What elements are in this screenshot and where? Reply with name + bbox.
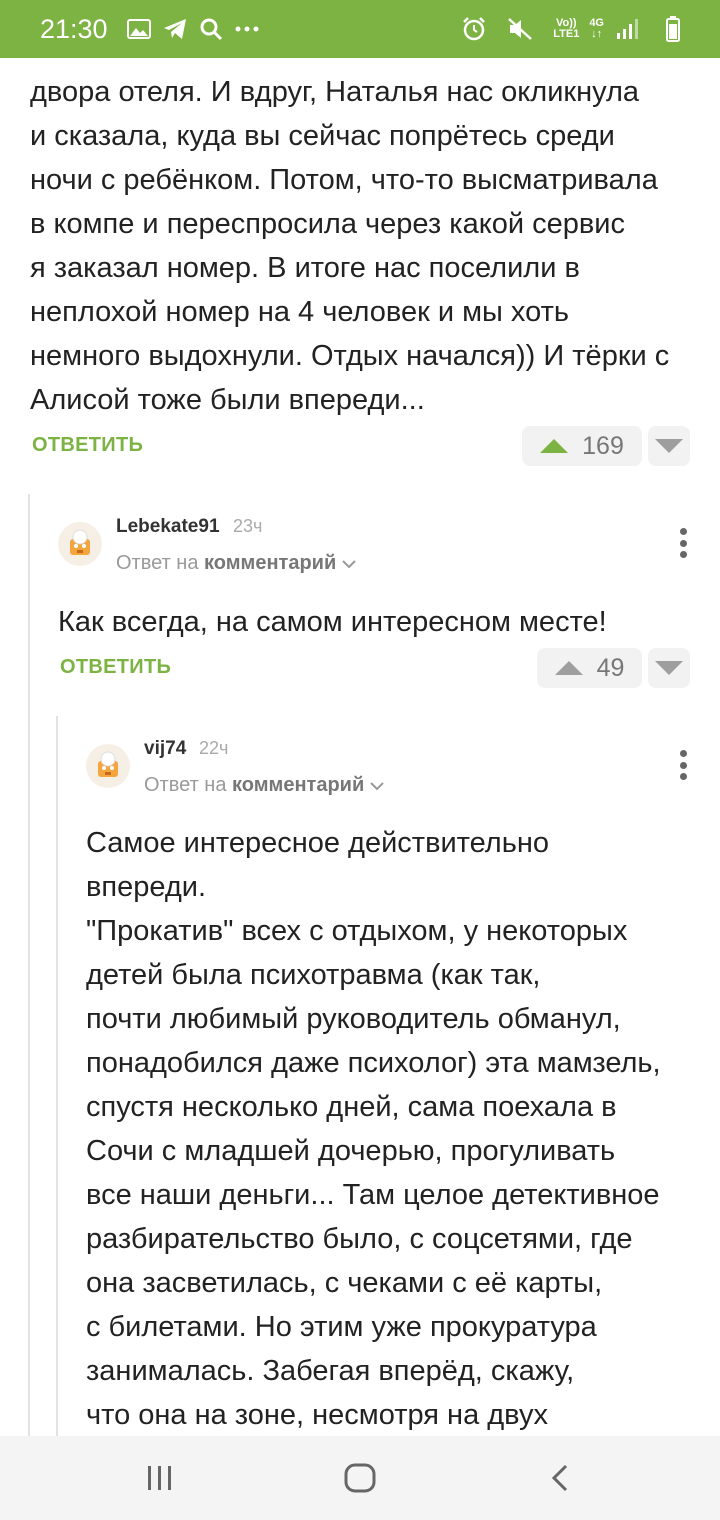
vote-count: 49	[596, 653, 625, 682]
downvote-icon	[655, 439, 683, 453]
reply-target: комментарий	[204, 552, 337, 574]
system-nav-bar	[0, 1436, 720, 1520]
more-options-icon[interactable]	[678, 528, 688, 558]
comment-time: 23ч	[233, 516, 263, 536]
status-bar: 21:30 Vo)) LTE1 4G ↓↑	[0, 0, 720, 58]
upvote-button[interactable]: 169	[522, 426, 642, 466]
thread-line	[28, 494, 30, 1436]
volte-indicator: Vo)) LTE1	[553, 18, 579, 40]
username[interactable]: Lebekate91	[116, 516, 220, 538]
net-type-label: 4G	[589, 17, 604, 29]
downvote-icon	[655, 661, 683, 675]
vote-count: 169	[582, 431, 624, 460]
reply-to-link[interactable]: Ответ на комментарий	[116, 552, 356, 575]
battery-icon	[660, 16, 686, 42]
reply-button[interactable]: ОТВЕТИТЬ	[60, 656, 171, 679]
reply-button[interactable]: ОТВЕТИТЬ	[32, 434, 143, 457]
upvote-icon	[554, 661, 583, 675]
avatar[interactable]	[58, 522, 102, 566]
recent-apps-icon	[148, 1466, 171, 1490]
network-type: 4G ↓↑	[589, 17, 604, 40]
downvote-button[interactable]	[648, 648, 690, 688]
comment-text: Как всегда, на самом интересном месте!	[58, 606, 607, 638]
lte-label: LTE1	[553, 28, 580, 40]
mute-icon	[507, 16, 533, 42]
upvote-button[interactable]: 49	[537, 648, 642, 688]
chevron-down-icon	[370, 782, 384, 791]
reply-prefix: Ответ на	[144, 774, 227, 796]
signal-icon	[614, 16, 640, 42]
thread-line	[56, 716, 58, 1436]
back-icon	[551, 1464, 568, 1492]
avatar[interactable]	[86, 744, 130, 788]
more-options-icon[interactable]	[678, 750, 688, 780]
chevron-down-icon	[342, 560, 356, 569]
comment-time: 22ч	[199, 738, 229, 758]
telegram-icon	[162, 16, 188, 42]
reply-prefix: Ответ на	[116, 552, 199, 574]
recent-apps-button[interactable]	[130, 1448, 190, 1508]
home-button[interactable]	[330, 1448, 390, 1508]
back-button[interactable]	[530, 1448, 590, 1508]
reply-target: комментарий	[232, 774, 365, 796]
comments-feed[interactable]: двора отеля. И вдруг, Наталья нас окликн…	[0, 58, 720, 1436]
upvote-icon	[540, 439, 569, 453]
username[interactable]: vij74	[144, 738, 186, 760]
search-icon	[198, 16, 224, 42]
gallery-icon	[126, 16, 152, 42]
comment-text: Самое интересное действительно впереди. …	[86, 827, 661, 1431]
status-time: 21:30	[40, 13, 108, 44]
comment-text: двора отеля. И вдруг, Наталья нас окликн…	[30, 76, 670, 416]
downvote-button[interactable]	[648, 426, 690, 466]
alarm-icon	[461, 16, 487, 42]
home-icon	[344, 1463, 376, 1493]
more-notifications-icon	[234, 16, 260, 42]
reply-to-link[interactable]: Ответ на комментарий	[144, 774, 384, 797]
